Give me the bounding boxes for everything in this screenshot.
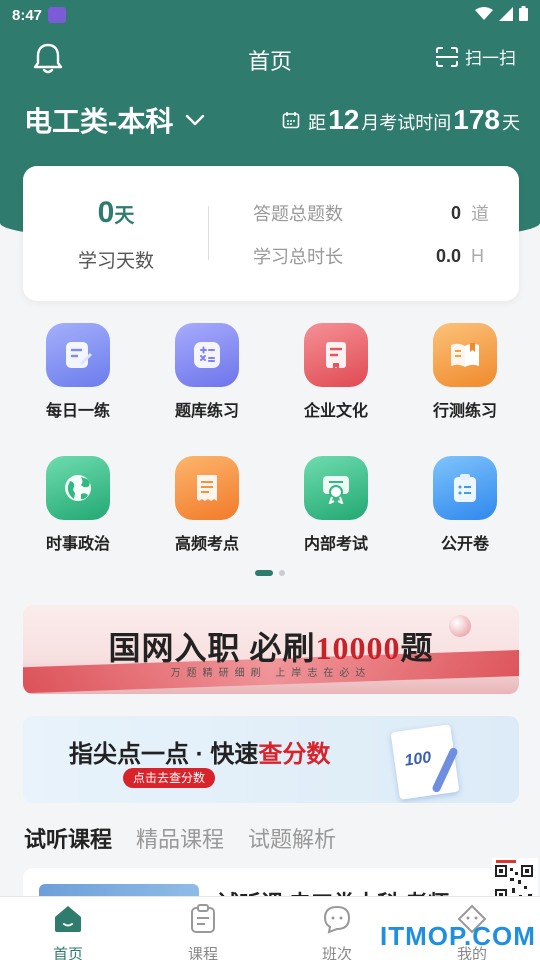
countdown-month: 12 (328, 104, 360, 135)
total-questions-row: 答题总题数 0 道 (253, 200, 491, 226)
grid-label: 企业文化 (303, 403, 368, 420)
chat-bubble-icon (323, 905, 351, 934)
tab-premium-courses[interactable]: 精品课程 (136, 822, 224, 854)
nav-courses[interactable]: 课程 (163, 903, 243, 960)
page-dot (279, 570, 285, 576)
clipboard-list-icon (433, 456, 497, 520)
scan-icon (436, 46, 458, 67)
study-days: 0天 (23, 196, 209, 230)
banner1-title: 国网入职 必刷10000题 (23, 623, 519, 669)
status-time: 8:47 (12, 7, 43, 24)
grid-label: 题库练习 (174, 403, 239, 420)
signal-icon (499, 6, 513, 21)
scan-button[interactable]: 扫一扫 (435, 44, 516, 69)
calculator-icon (175, 323, 239, 387)
home-icon (55, 906, 81, 932)
calendar-icon (282, 112, 300, 129)
promo-banner-check-score[interactable]: 指尖点一点 · 快速查分数 点击去查分数 100 (23, 716, 519, 803)
chevron-down-icon (186, 114, 205, 126)
status-bar: 8:47 (0, 0, 540, 32)
certificate-icon (304, 456, 368, 520)
grid-item-high-frequency[interactable]: 高频考点 (157, 456, 257, 554)
site-watermark: ITMOP.COM (380, 921, 536, 951)
study-days-label: 学习天数 (77, 251, 154, 272)
study-stats-card: 0天 学习天数 答题总题数 0 道 学习总时长 0.0 H (23, 166, 519, 301)
course-tabs: 试听课程 精品课程 试题解析 (24, 822, 336, 854)
receipt-icon (175, 456, 239, 520)
grid-item-open-paper[interactable]: 公开卷 (415, 456, 515, 554)
page-dot-active (255, 570, 273, 576)
nav-classes-label: 班次 (321, 946, 352, 960)
clipboard-icon (191, 904, 215, 933)
countdown-days: 178 (453, 104, 500, 135)
grid-label: 时事政治 (45, 536, 110, 553)
paper-score: 100 (403, 749, 433, 770)
scan-label: 扫一扫 (465, 49, 516, 68)
total-time-row: 学习总时长 0.0 H (253, 243, 491, 269)
grid-label: 内部考试 (303, 536, 368, 553)
nav-home[interactable]: 首页 (28, 903, 108, 960)
banner2-title: 指尖点一点 · 快速查分数 (69, 734, 330, 769)
subject-selector[interactable]: 电工类-本科 (24, 100, 205, 140)
total-time-unit: H (471, 245, 484, 266)
subject-name: 电工类-本科 (24, 106, 174, 137)
grid-item-internal-exam[interactable]: 内部考试 (286, 456, 386, 554)
banner1-title-a: 国网入职 必刷 (108, 630, 316, 666)
total-questions-label: 答题总题数 (253, 204, 343, 224)
home-screen: 8:47 首页 扫一扫 电工类-本科 距 12 月考试时间 178 天 0天 学… (0, 0, 540, 960)
tab-trial-courses[interactable]: 试听课程 (24, 822, 112, 854)
stats-divider (208, 206, 209, 260)
wifi-icon (475, 6, 493, 20)
grid-item-corporate-culture[interactable]: 企业文化 (286, 323, 386, 421)
battery-icon (519, 6, 528, 21)
banner1-title-b: 题 (400, 630, 434, 666)
grid-label: 每日一练 (45, 403, 110, 420)
total-questions-value: 0 (450, 202, 461, 223)
countdown-prefix: 距 (308, 113, 327, 133)
globe-icon (46, 456, 110, 520)
grid-label: 行测练习 (432, 403, 497, 420)
exam-countdown: 距 12 月考试时间 178 天 (282, 104, 520, 136)
countdown-middle: 月考试时间 (361, 113, 452, 133)
total-time-value: 0.0 (435, 245, 461, 266)
countdown-suffix: 天 (502, 113, 520, 133)
study-days-value: 0 (97, 196, 115, 229)
grid-label: 高频考点 (174, 536, 239, 553)
nav-classes[interactable]: 班次 (297, 903, 377, 960)
book-icon (304, 323, 368, 387)
total-time-label: 学习总时长 (253, 247, 343, 267)
grid-item-daily-practice[interactable]: 每日一练 (28, 323, 128, 421)
app-notification-icon (48, 7, 66, 23)
open-book-icon (433, 323, 497, 387)
nav-courses-label: 课程 (187, 946, 218, 960)
grid-item-question-bank[interactable]: 题库练习 (157, 323, 257, 421)
banner1-title-number: 10000 (315, 630, 401, 666)
total-questions-unit: 道 (471, 204, 489, 224)
promo-banner-10000-questions[interactable]: 国网入职 必刷10000题 万题精研细刷 上岸志在必达 (23, 605, 519, 694)
banner1-subtitle: 万题精研细刷 上岸志在必达 (170, 668, 372, 679)
page-indicator (0, 570, 540, 576)
study-days-unit: 天 (114, 205, 135, 227)
tab-question-analysis[interactable]: 试题解析 (248, 822, 336, 854)
grid-item-current-affairs[interactable]: 时事政治 (28, 456, 128, 554)
daily-practice-icon (46, 323, 110, 387)
banner2-title-highlight: 查分数 (258, 741, 331, 768)
grid-label: 公开卷 (440, 536, 489, 553)
banner2-title-a: 指尖点一点 · 快速 (69, 741, 259, 768)
grid-item-aptitude-practice[interactable]: 行测练习 (415, 323, 515, 421)
check-score-button[interactable]: 点击去查分数 (123, 768, 216, 788)
system-icons (475, 6, 528, 21)
top-bar: 首页 扫一扫 (0, 38, 540, 78)
nav-home-label: 首页 (52, 946, 83, 960)
